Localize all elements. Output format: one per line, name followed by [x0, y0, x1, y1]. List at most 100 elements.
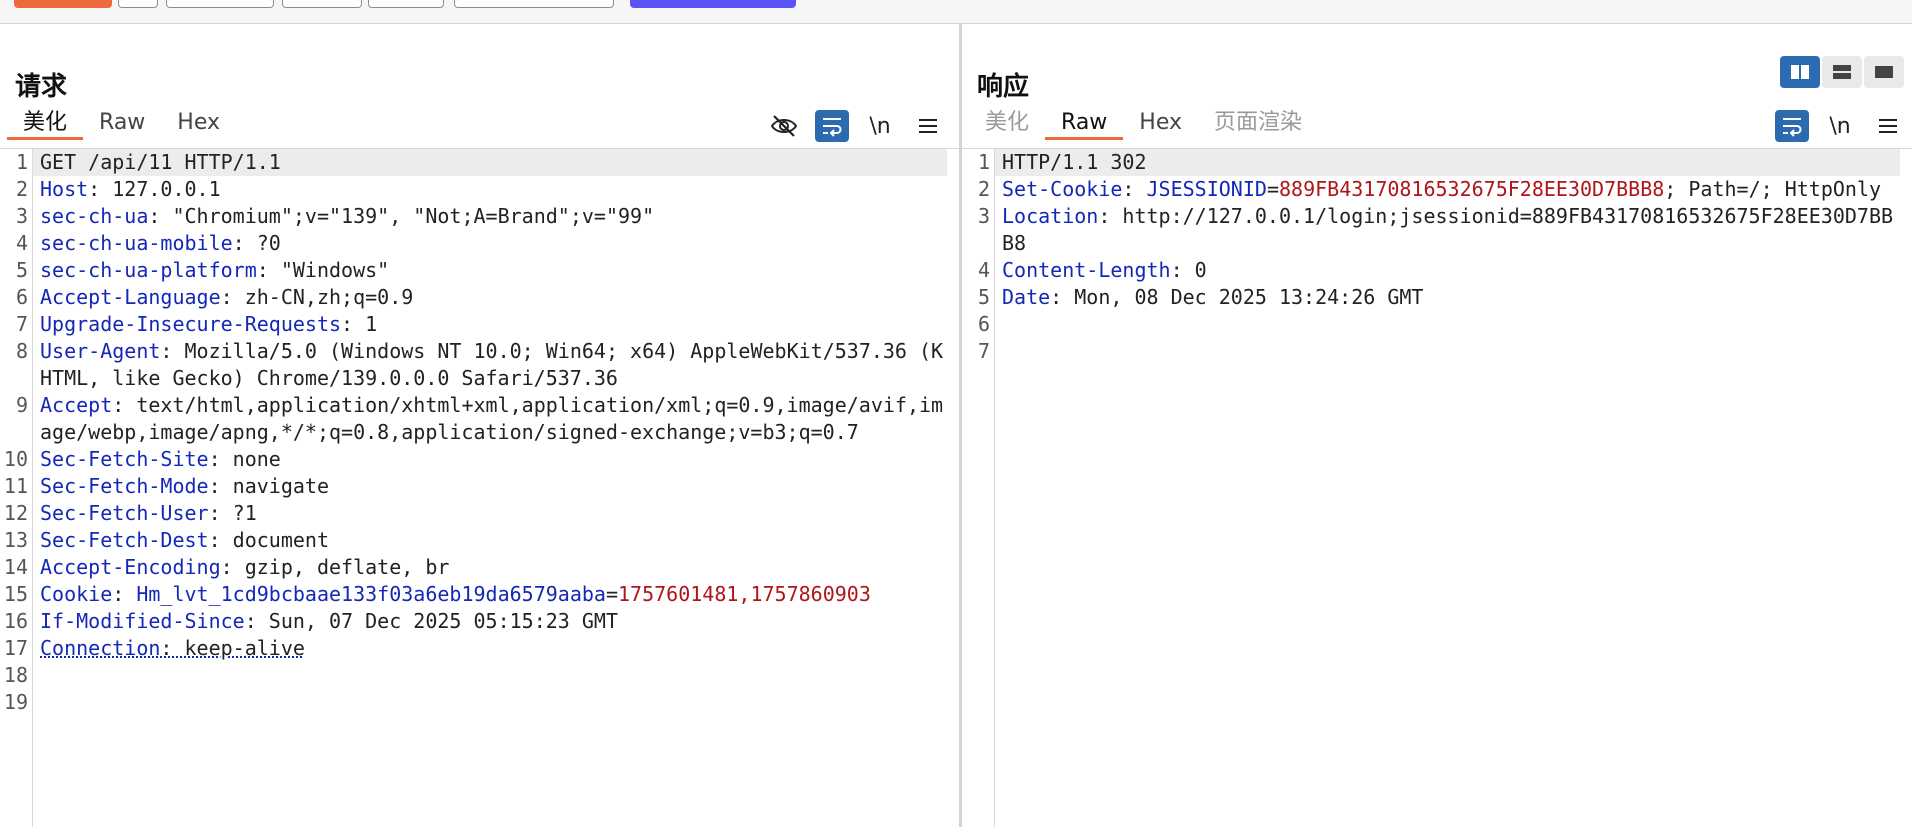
header-value: "Windows" — [280, 258, 390, 282]
line-number: 5 — [977, 285, 990, 309]
primary-action-button[interactable] — [630, 0, 796, 8]
header-name: Accept-Language — [40, 285, 221, 309]
tab-render[interactable]: 页面渲染 — [1198, 108, 1318, 140]
cookie-name: JSESSIONID — [1146, 177, 1267, 201]
response-editor[interactable]: 1 HTTP/1.1 302 2 Set-Cookie: JSESSIONID=… — [962, 149, 1912, 827]
target-button[interactable] — [454, 0, 614, 8]
empty-line — [32, 662, 947, 689]
header-value: 1 — [365, 312, 378, 336]
code-line: 14 Accept-Encoding: gzip, deflate, br — [0, 554, 959, 581]
header-value: navigate — [232, 474, 329, 498]
line-number: 8 — [15, 339, 28, 363]
line-number: 15 — [3, 582, 28, 606]
line-number: 2 — [15, 177, 28, 201]
code-line: 1 HTTP/1.1 302 — [962, 149, 1912, 176]
code-line: 7 Upgrade-Insecure-Requests: 1 — [0, 311, 959, 338]
menu-icon[interactable] — [911, 110, 945, 142]
code-line: 6 — [962, 311, 1912, 338]
line-number: 1 — [977, 150, 990, 174]
code-line: 2 Set-Cookie: JSESSIONID=889FB4317081653… — [962, 176, 1912, 203]
send-button[interactable] — [14, 0, 112, 8]
request-line-text: GET /api/11 HTTP/1.1 — [32, 149, 947, 176]
cookie-name: Hm_lvt_1cd9bcbaae133f03a6eb19da6579aaba — [136, 582, 606, 606]
history-forward-button[interactable] — [368, 0, 444, 8]
split-columns-icon[interactable] — [1780, 56, 1820, 88]
word-wrap-icon[interactable] — [1775, 110, 1809, 142]
gutter-divider — [994, 149, 995, 827]
hide-eye-icon[interactable] — [767, 110, 801, 142]
code-line: 16 If-Modified-Since: Sun, 07 Dec 2025 0… — [0, 608, 959, 635]
line-number: 3 — [15, 204, 28, 228]
cookie-value: 889FB43170816532675F28EE30D7BBB8 — [1278, 177, 1665, 201]
request-tools: \n — [767, 110, 945, 142]
history-back-button[interactable] — [282, 0, 362, 8]
tab-hex[interactable]: Hex — [1123, 108, 1198, 140]
tab-pretty[interactable]: 美化 — [7, 108, 84, 140]
header-value: http://127.0.0.1/login;jsessionid=889FB4… — [1002, 204, 1894, 255]
header-value: text/html,application/xhtml+xml,applicat… — [40, 393, 944, 444]
gutter-divider — [32, 149, 33, 827]
header-name: Location — [1002, 204, 1099, 228]
cookie-attributes: ; Path=/; HttpOnly — [1664, 177, 1882, 201]
request-title: 请求 — [15, 72, 68, 102]
header-name: Sec-Fetch-Dest — [40, 528, 209, 552]
line-number: 3 — [977, 204, 990, 228]
tab-pretty[interactable]: 美化 — [969, 108, 1045, 140]
line-number: 6 — [977, 312, 990, 336]
header-name: Sec-Fetch-User — [40, 501, 209, 525]
response-tabs: 美化 Raw Hex 页面渲染 — [969, 108, 1318, 140]
header-value: zh-CN,zh;q=0.9 — [244, 285, 414, 309]
code-line: 19 — [0, 689, 959, 716]
line-number: 11 — [3, 474, 28, 498]
line-number: 18 — [3, 663, 28, 687]
line-number: 10 — [3, 447, 28, 471]
word-wrap-icon[interactable] — [815, 110, 849, 142]
header-name: Upgrade-Insecure-Requests — [40, 312, 342, 336]
header-value: 0 — [1194, 258, 1207, 282]
code-line: 3 Location: http://127.0.0.1/login;jsess… — [962, 203, 1912, 257]
header-value: 127.0.0.1 — [112, 177, 221, 201]
header-name: Sec-Fetch-Mode — [40, 474, 209, 498]
code-line: 12 Sec-Fetch-User: ?1 — [0, 500, 959, 527]
split-rows-icon[interactable] — [1822, 56, 1862, 88]
single-pane-icon[interactable] — [1864, 56, 1904, 88]
menu-icon[interactable] — [1871, 110, 1905, 142]
code-line: 8 User-Agent: Mozilla/5.0 (Windows NT 10… — [0, 338, 959, 392]
code-line: 2 Host: 127.0.0.1 — [0, 176, 959, 203]
line-number: 13 — [3, 528, 28, 552]
toolbar-button[interactable] — [118, 0, 158, 8]
tab-hex[interactable]: Hex — [161, 108, 236, 140]
line-number: 7 — [15, 312, 28, 336]
header-value: none — [232, 447, 281, 471]
code-line: 9 Accept: text/html,application/xhtml+xm… — [0, 392, 959, 446]
line-number: 1 — [15, 150, 28, 174]
newline-toggle[interactable]: \n — [1823, 110, 1857, 142]
header-name: Connection — [40, 636, 161, 660]
header-name: User-Agent — [40, 339, 161, 363]
header-value: gzip, deflate, br — [244, 555, 450, 579]
line-number: 17 — [3, 636, 28, 660]
empty-line — [994, 311, 1900, 338]
header-value: keep-alive — [184, 636, 305, 660]
code-line: 13 Sec-Fetch-Dest: document — [0, 527, 959, 554]
line-number: 9 — [15, 393, 28, 417]
line-number: 19 — [3, 690, 28, 714]
header-name: Accept-Encoding — [40, 555, 221, 579]
top-toolbar — [0, 0, 1912, 24]
empty-line — [32, 689, 947, 716]
code-line: 5 sec-ch-ua-platform: "Windows" — [0, 257, 959, 284]
request-editor[interactable]: 1 GET /api/11 HTTP/1.1 2 Host: 127.0.0.1… — [0, 149, 959, 827]
header-name: Host — [40, 177, 89, 201]
code-line: 11 Sec-Fetch-Mode: navigate — [0, 473, 959, 500]
newline-toggle[interactable]: \n — [863, 110, 897, 142]
line-number: 12 — [3, 501, 28, 525]
toolbar-button[interactable] — [166, 0, 274, 8]
code-line: 10 Sec-Fetch-Site: none — [0, 446, 959, 473]
request-pane: 请求 美化 Raw Hex \n 1 GET /api/11 HTTP/1.1 … — [0, 24, 959, 827]
line-number: 7 — [977, 339, 990, 363]
header-name: If-Modified-Since — [40, 609, 245, 633]
header-name: Sec-Fetch-Site — [40, 447, 209, 471]
tab-raw[interactable]: Raw — [83, 108, 161, 140]
header-name: sec-ch-ua-mobile — [40, 231, 233, 255]
tab-raw[interactable]: Raw — [1045, 108, 1124, 140]
